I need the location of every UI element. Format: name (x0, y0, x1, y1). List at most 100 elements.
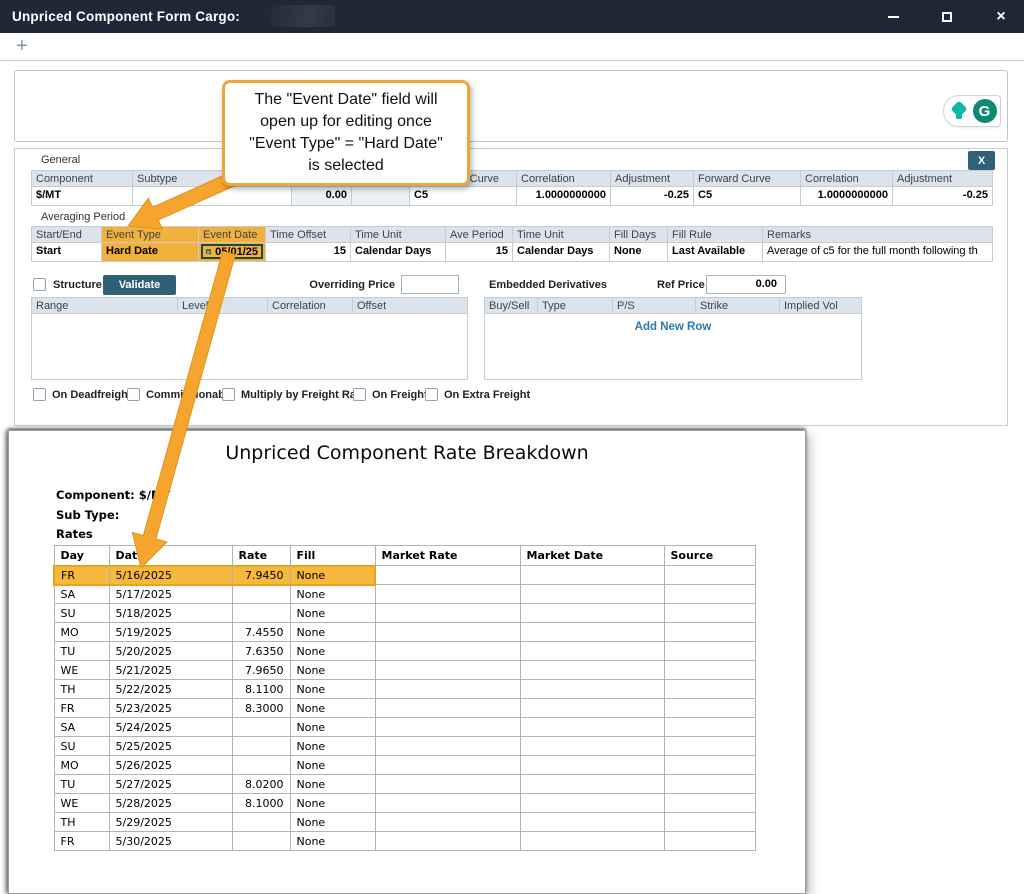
event-date-field[interactable]: 05/01/25 (201, 244, 263, 259)
cell-fill: None (290, 642, 375, 661)
cell-source (664, 604, 755, 623)
column-header: Buy/Sell (484, 297, 537, 314)
add-new-row-link[interactable]: Add New Row (485, 321, 861, 333)
maximize-button[interactable] (938, 8, 956, 26)
cell-date: 5/30/2025 (109, 832, 232, 851)
cell-day: MO (54, 756, 109, 775)
cell-time-offset[interactable]: 15 (265, 243, 350, 262)
on-deadfreight-checkbox[interactable] (33, 388, 46, 401)
cell-start-end[interactable]: Start (31, 243, 101, 262)
close-icon: × (996, 9, 1005, 25)
cell-qty-unit[interactable] (351, 187, 409, 206)
cell-qty[interactable]: 0.00 (291, 187, 351, 206)
rate-row: MO5/19/20257.4550None (54, 623, 755, 642)
grammarly-widget[interactable]: G (943, 95, 1001, 127)
general-value-row: $/MT 0.00 C5 1.0000000000 -0.25 C5 1.000… (31, 187, 993, 206)
cell-market-date (520, 813, 664, 832)
cell-day: SU (54, 604, 109, 623)
cell-day: TU (54, 775, 109, 794)
cell-market-rate (375, 585, 520, 604)
cell-market-rate (375, 699, 520, 718)
averaging-table: Start/EndEvent TypeEvent DateTime Offset… (31, 226, 993, 262)
subtype-line: Sub Type: (56, 508, 119, 522)
cell-correlation[interactable]: 1.0000000000 (516, 187, 610, 206)
cell-rate (232, 585, 290, 604)
cell-ave-time-unit[interactable]: Calendar Days (512, 243, 609, 262)
cell-ave-period[interactable]: 15 (445, 243, 512, 262)
range-table: RangeLevelCorrelationOffset (31, 297, 468, 380)
range-header-row: RangeLevelCorrelationOffset (31, 297, 468, 314)
validate-button[interactable]: Validate (103, 275, 176, 295)
on-extra-freight-checkbox[interactable] (425, 388, 438, 401)
general-header-row: ComponentSubtypeQtyQty UnitSettlement Cu… (31, 170, 993, 187)
column-header: Adjustment (892, 170, 993, 187)
cell-event-date[interactable]: 05/01/25 (198, 243, 265, 262)
panel-close-button[interactable]: X (968, 151, 995, 170)
rate-row: TH5/29/2025None (54, 813, 755, 832)
grammarly-icon: G (973, 99, 997, 123)
cell-rate: 8.1000 (232, 794, 290, 813)
overriding-price-input[interactable] (401, 275, 459, 294)
cell-day: SA (54, 718, 109, 737)
commissionable-label: Commissionable (146, 389, 234, 401)
cell-rate: 8.1100 (232, 680, 290, 699)
cell-fill: None (290, 699, 375, 718)
multiply-by-freight-rate-checkbox[interactable] (222, 388, 235, 401)
cell-market-rate (375, 813, 520, 832)
on-freight-checkbox[interactable] (353, 388, 366, 401)
cell-forward-curve[interactable]: C5 (693, 187, 800, 206)
cell-event-type[interactable]: Hard Date (101, 243, 198, 262)
cell-component[interactable]: $/MT (31, 187, 132, 206)
cell-fill: None (290, 718, 375, 737)
rates-column-header: Fill (290, 546, 375, 566)
cell-market-date (520, 604, 664, 623)
cell-date: 5/26/2025 (109, 756, 232, 775)
cell-market-date (520, 794, 664, 813)
suggestion-bulb-icon (948, 100, 970, 122)
cell-adjustment[interactable]: -0.25 (610, 187, 693, 206)
cell-date: 5/24/2025 (109, 718, 232, 737)
cell-date: 5/27/2025 (109, 775, 232, 794)
structure-checkbox[interactable] (33, 278, 46, 291)
general-section-label: General (41, 154, 80, 166)
minimize-button[interactable] (884, 8, 902, 26)
cell-date: 5/20/2025 (109, 642, 232, 661)
column-header: Component (31, 170, 132, 187)
rate-row: SA5/17/2025None (54, 585, 755, 604)
cell-subtype[interactable] (132, 187, 291, 206)
ref-price-input[interactable]: 0.00 (706, 275, 786, 294)
rates-label: Rates (56, 527, 93, 541)
cell-fill: None (290, 585, 375, 604)
rates-column-header: Market Date (520, 546, 664, 566)
rate-row: TH5/22/20258.1100None (54, 680, 755, 699)
cell-rate (232, 832, 290, 851)
cell-day: TU (54, 642, 109, 661)
flag-on-extra-freight[interactable]: On Extra Freight (425, 388, 530, 401)
window-titlebar: Unpriced Component Form Cargo: × (0, 0, 1024, 33)
cell-fill: None (290, 813, 375, 832)
cell-fill: None (290, 737, 375, 756)
cell-forward-adjustment[interactable]: -0.25 (892, 187, 993, 206)
flag-commissionable[interactable]: Commissionable (127, 388, 234, 401)
add-tab-button[interactable]: + (16, 35, 28, 58)
rate-row: WE5/28/20258.1000None (54, 794, 755, 813)
cell-time-unit[interactable]: Calendar Days (350, 243, 445, 262)
cell-date: 5/17/2025 (109, 585, 232, 604)
maximize-icon (942, 12, 952, 22)
tab-strip: + (0, 33, 1024, 61)
cell-fill-rule[interactable]: Last Available (667, 243, 762, 262)
cell-remarks[interactable]: Average of c5 for the full month followi… (762, 243, 993, 262)
cell-fill: None (290, 680, 375, 699)
cell-rate: 7.4550 (232, 623, 290, 642)
flag-on-deadfreight[interactable]: On Deadfreight (33, 388, 131, 401)
cell-fill-days[interactable]: None (609, 243, 667, 262)
cell-day: SU (54, 737, 109, 756)
flag-multiply-by-freight-rate[interactable]: Multiply by Freight Rate (222, 388, 366, 401)
rate-row: SA5/24/2025 None (54, 718, 755, 737)
column-header: Remarks (762, 226, 993, 243)
cell-settlement-curve[interactable]: C5 (409, 187, 516, 206)
cell-forward-correlation[interactable]: 1.0000000000 (800, 187, 892, 206)
flag-on-freight[interactable]: On Freight (353, 388, 428, 401)
close-button[interactable]: × (992, 8, 1010, 26)
commissionable-checkbox[interactable] (127, 388, 140, 401)
